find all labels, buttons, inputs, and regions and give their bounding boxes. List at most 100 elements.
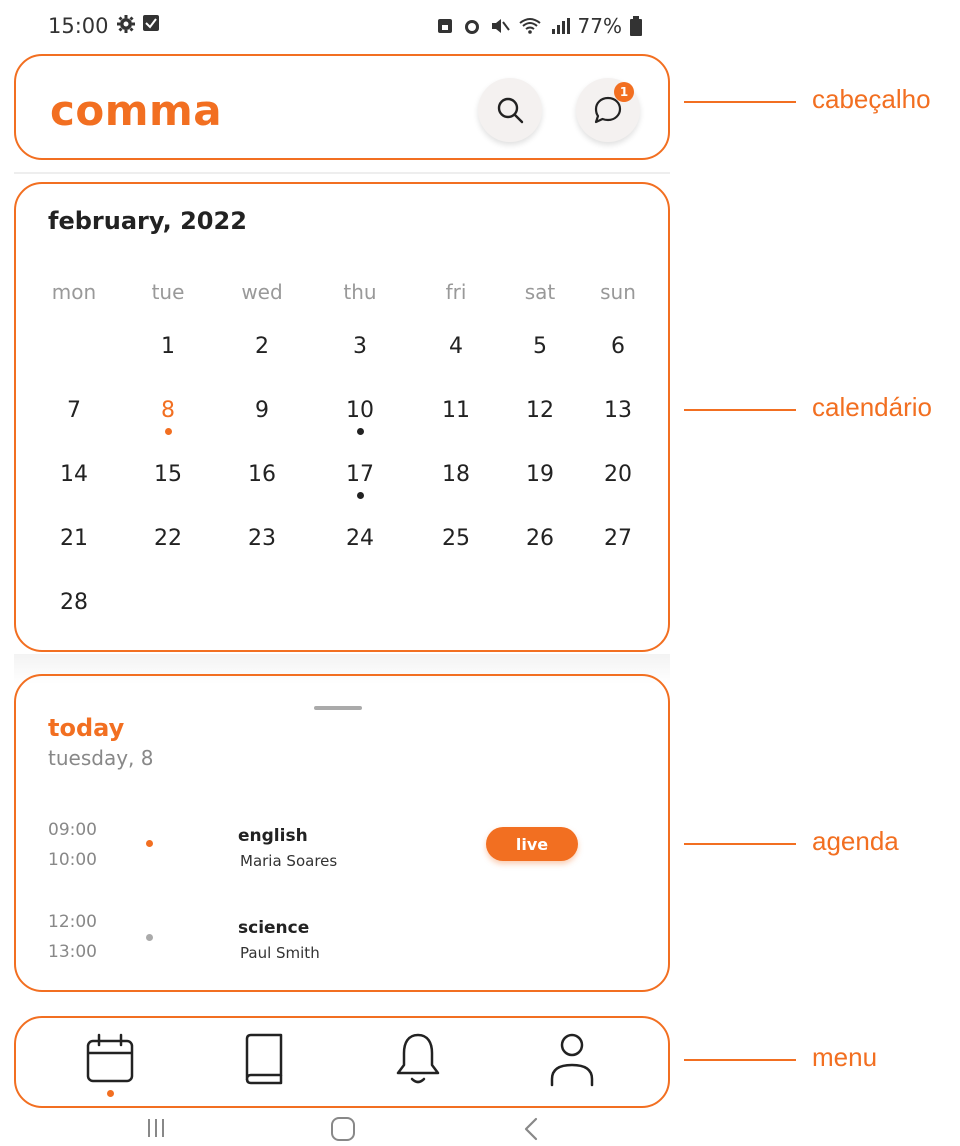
calendar-day[interactable]: 28 — [34, 590, 114, 650]
nav-calendar[interactable] — [70, 1024, 150, 1094]
month-title: february, 2022 — [48, 207, 247, 235]
calendar-day[interactable]: 19 — [500, 462, 580, 522]
calendar-day[interactable]: 12 — [500, 398, 580, 458]
alarm-icon — [464, 20, 479, 34]
weekday-label: sun — [600, 280, 636, 304]
calendar-grid: 1 2 3 4 5 6 7 8 9 10 11 12 13 14 15 16 17 18 19 20 21 22 23 24 2… — [34, 334, 654, 634]
gear-icon — [116, 14, 136, 39]
calendar-day[interactable]: 11 — [416, 398, 496, 458]
calendar-day-number: 5 — [533, 334, 547, 359]
calendar-day[interactable]: 17 — [320, 462, 400, 522]
calendar-icon — [86, 1033, 134, 1083]
calendar-day-number: 9 — [255, 398, 269, 423]
calendar-day[interactable]: 3 — [320, 334, 400, 394]
event-start-time: 09:00 — [48, 820, 97, 840]
status-time: 15:00 — [48, 14, 109, 38]
calendar-day[interactable]: 15 — [128, 462, 208, 522]
calendar-day[interactable]: 20 — [578, 462, 658, 522]
calendar-day[interactable]: 6 — [578, 334, 658, 394]
annotation-label-header: cabeçalho — [812, 84, 931, 114]
event-subject: science — [238, 918, 310, 938]
calendar-day-number: 25 — [442, 526, 470, 551]
signal-icon — [551, 18, 570, 34]
weekday-label: tue — [151, 280, 185, 304]
calendar-day-number: 10 — [346, 398, 374, 423]
calendar-day[interactable]: 27 — [578, 526, 658, 586]
calendar-day[interactable]: 18 — [416, 462, 496, 522]
nav-notifications[interactable] — [378, 1024, 458, 1094]
calendar-day[interactable]: 7 — [34, 398, 114, 458]
calendar-day[interactable]: 10 — [320, 398, 400, 458]
weekday-label: fri — [445, 280, 467, 304]
calendar-day[interactable]: 2 — [222, 334, 302, 394]
battery-percent: 77% — [577, 14, 622, 38]
calendar-day[interactable]: 5 — [500, 334, 580, 394]
calendar-day-number: 6 — [611, 334, 625, 359]
brand-logo[interactable]: comma — [50, 86, 222, 135]
calendar-day-number: 19 — [526, 462, 554, 487]
calendar-day[interactable]: 4 — [416, 334, 496, 394]
calendar-day-number: 27 — [604, 526, 632, 551]
mute-icon — [491, 19, 510, 33]
nav-active-indicator — [107, 1090, 114, 1097]
calendar-day-number: 14 — [60, 462, 88, 487]
annotation-label-calendar: calendário — [812, 392, 932, 422]
status-right: 77% — [436, 14, 642, 38]
calendar-day-number: 16 — [248, 462, 276, 487]
calendar-day[interactable]: 1 — [128, 334, 208, 394]
profile-icon — [550, 1033, 594, 1087]
calendar-day[interactable]: 25 — [416, 526, 496, 586]
weekday-label: wed — [241, 280, 283, 304]
calendar-day-number: 11 — [442, 398, 470, 423]
event-indicator-dot — [165, 428, 172, 435]
annotation-line-header — [684, 101, 796, 103]
agenda-event-science[interactable]: 12:00 13:00 science Paul Smith — [14, 900, 670, 972]
nav-profile[interactable] — [532, 1024, 612, 1094]
weekday-label: mon — [51, 280, 97, 304]
annotation-line-menu — [684, 1059, 796, 1061]
sheet-drag-handle[interactable] — [314, 706, 362, 710]
back-icon — [524, 1117, 538, 1141]
event-teacher: Paul Smith — [240, 944, 320, 962]
calendar-day-number: 12 — [526, 398, 554, 423]
calendar-day[interactable]: 26 — [500, 526, 580, 586]
status-bar: 15:00 77% — [0, 0, 680, 52]
calendar-day[interactable]: 23 — [222, 526, 302, 586]
calendar-day-number: 1 — [161, 334, 175, 359]
calendar-day[interactable]: 8 — [128, 398, 208, 458]
event-end-time: 10:00 — [48, 850, 97, 870]
event-start-time: 12:00 — [48, 912, 97, 932]
calendar-day[interactable]: 13 — [578, 398, 658, 458]
weekday-label: sat — [524, 280, 556, 304]
agenda-date: tuesday, 8 — [48, 746, 154, 770]
calendar-day-number: 24 — [346, 526, 374, 551]
calendar-day[interactable]: 24 — [320, 526, 400, 586]
calendar-day-number: 15 — [154, 462, 182, 487]
live-button[interactable]: live — [486, 827, 578, 861]
wifi-icon — [518, 18, 541, 34]
search-button[interactable] — [478, 78, 542, 142]
calendar-day-number: 2 — [255, 334, 269, 359]
event-indicator-dot — [357, 428, 364, 435]
book-icon — [245, 1033, 283, 1085]
home-icon — [331, 1117, 355, 1141]
home-button[interactable] — [330, 1116, 356, 1146]
weekday-row: mon tue wed thu fri sat sun — [34, 280, 654, 310]
back-button[interactable] — [520, 1116, 544, 1146]
calendar-day-number: 8 — [161, 398, 175, 423]
calendar-day-number: 26 — [526, 526, 554, 551]
calendar-day[interactable]: 16 — [222, 462, 302, 522]
calendar-day[interactable]: 9 — [222, 398, 302, 458]
chat-button[interactable]: 1 — [576, 78, 640, 142]
event-dot — [146, 840, 153, 847]
chat-notification-badge: 1 — [614, 82, 634, 102]
calendar-day[interactable]: 22 — [128, 526, 208, 586]
calendar-day[interactable]: 14 — [34, 462, 114, 522]
annotation-label-menu: menu — [812, 1042, 878, 1072]
calendar-day[interactable]: 21 — [34, 526, 114, 586]
event-end-time: 13:00 — [48, 942, 97, 962]
recent-apps-button[interactable] — [144, 1116, 168, 1144]
nav-library[interactable] — [224, 1024, 304, 1094]
calendar-day-number: 21 — [60, 526, 88, 551]
weekday-label: thu — [343, 280, 377, 304]
